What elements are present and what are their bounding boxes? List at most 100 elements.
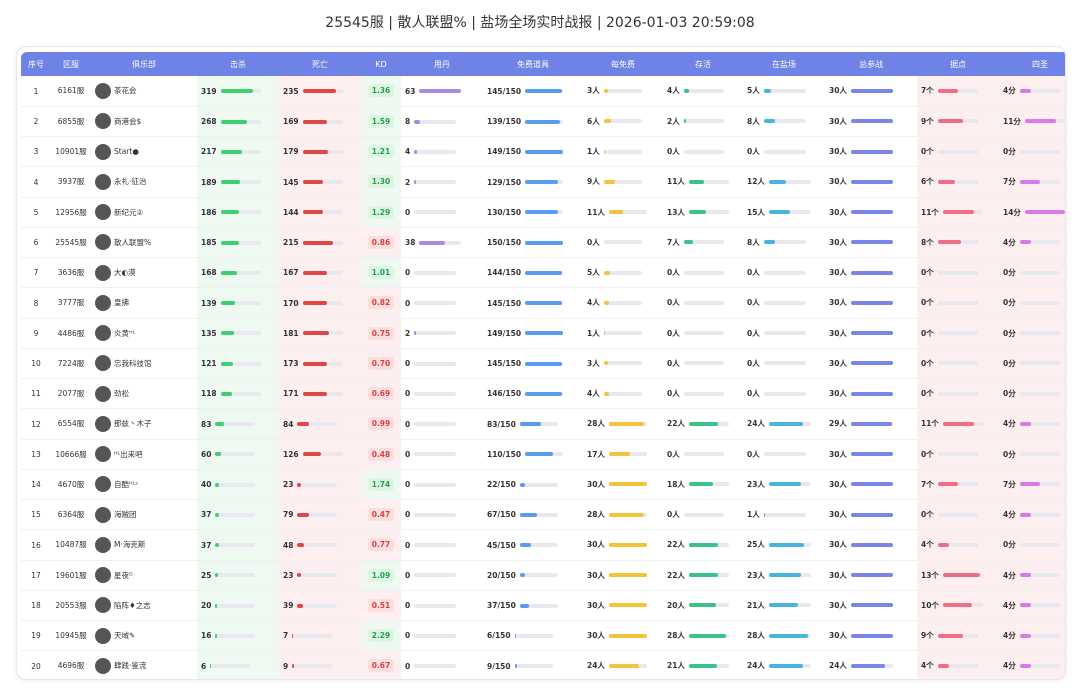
table-row[interactable]: 16 10487服 M·海克斯 37 48 0.77 0 45/150 30人 22人 25人 30人…	[21, 529, 1065, 560]
alive-cell: 18人	[663, 469, 743, 499]
death-cell: 48	[279, 529, 361, 560]
rank-cell: 3	[21, 137, 51, 167]
column-header[interactable]: 存活	[663, 52, 743, 76]
column-header[interactable]: 击杀	[197, 52, 279, 76]
dan-value: 4	[405, 147, 411, 157]
server-name: 6161服	[57, 86, 85, 96]
column-header[interactable]: 死亡	[279, 52, 361, 76]
alive-value: 0人	[667, 147, 680, 157]
table-row[interactable]: 1 6161服 茶花会 319 235 1.36 63 145/150 3人 4人 5人 30人 7个 4…	[21, 76, 1065, 107]
table-row[interactable]: 10 7224服 忘我科技馆 121 173 0.70 0 145/150 3人 0人 0人 30人 0…	[21, 348, 1065, 379]
free-item-cell: 146/150	[483, 379, 583, 409]
point-bar-fill	[937, 633, 964, 638]
point-value: 0个	[921, 328, 934, 338]
in-zone-bar-fill	[763, 512, 766, 517]
total-value: 30人	[829, 298, 847, 308]
free-item-bar-fill	[514, 664, 517, 669]
table-row[interactable]: 7 3636服 大◐漠 168 167 1.01 0 144/150 5人 0人 0人 30人 0个 0分	[21, 257, 1065, 288]
club-cell: 商港会$	[91, 106, 197, 136]
alive-bar	[683, 149, 724, 154]
dan-cell: 0	[401, 197, 483, 227]
kill-cell: 6	[197, 650, 279, 679]
column-header[interactable]: 区服	[51, 52, 91, 76]
kill-bar	[215, 452, 256, 457]
table-row[interactable]: 19 10945服 天域✎ 16 7 2.29 0 6/150 30人 28人 28人 30人 9个 4分	[21, 620, 1065, 651]
dan-cell: 4	[401, 137, 483, 167]
alive-bar-fill	[688, 542, 719, 547]
club-avatar	[95, 567, 111, 584]
table-row[interactable]: 14 4670服 自酷ᴴᴸˢ 40 23 1.74 0 22/150 30人 18人 23人 30人 7…	[21, 469, 1065, 500]
column-header[interactable]: 俱乐部	[91, 52, 197, 76]
column-header[interactable]: 据点	[917, 52, 999, 76]
rank-number: 5	[33, 207, 39, 217]
club-name: 商港会$	[114, 116, 142, 126]
kill-bar	[215, 422, 256, 427]
free-item-value: 146/150	[487, 389, 522, 399]
column-header[interactable]: KD	[361, 52, 401, 76]
total-cell: 30人	[825, 439, 917, 469]
table-row[interactable]: 20 4696服 肆践·鉴流 6 9 0.67 0 9/150 24人 21人 24人 24人 4个 4分	[21, 650, 1065, 679]
alive-cell: 0人	[663, 439, 743, 469]
four-saint-value: 7分	[1003, 479, 1016, 489]
table-row[interactable]: 5 12956服 新纪元② 186 144 1.29 0 130/150 11人 13人 15人 30…	[21, 197, 1065, 228]
dan-value: 0	[405, 298, 411, 308]
table-row[interactable]: 2 6855服 商港会$ 268 169 1.59 8 139/150 6人 2人 8人 30人 9个 1…	[21, 106, 1065, 137]
in-zone-bar-fill	[768, 663, 803, 668]
death-bar	[302, 361, 343, 366]
table-row[interactable]: 15 6364服 海贼团 37 79 0.47 0 67/150 28人 0人 1人 30人 0个 4分	[21, 499, 1065, 530]
rank-cell: 13	[21, 439, 51, 469]
four-saint-bar-fill	[1024, 210, 1065, 215]
table-row[interactable]: 13 10666服 ᴴᴸ出来吧 60 126 0.48 0 110/150 17人 0人 0人 30人…	[21, 439, 1065, 470]
point-value: 0个	[921, 298, 934, 308]
four-saint-cell: 4分	[999, 620, 1065, 651]
per-free-bar	[608, 663, 647, 668]
table-row[interactable]: 17 19601服 星夜ᴰ 25 23 1.09 0 20/150 30人 22人 23人 30人 13…	[21, 560, 1065, 591]
rank-number: 12	[31, 419, 41, 429]
column-header[interactable]: 每免费	[583, 52, 663, 76]
four-saint-cell: 0分	[999, 348, 1065, 379]
rank-cell: 9	[21, 318, 51, 348]
kill-value: 25	[201, 570, 212, 580]
dan-bar	[414, 633, 457, 638]
four-saint-cell: 4分	[999, 76, 1065, 107]
column-header[interactable]: 用丹	[401, 52, 483, 76]
table-row[interactable]: 3 10901服 Start● 217 179 1.21 4 149/150 1人 0人 0人 30人…	[21, 136, 1065, 167]
server-name: 10901服	[55, 147, 87, 157]
four-saint-bar-fill	[1019, 179, 1040, 184]
per-free-cell: 24人	[583, 651, 663, 679]
club-cell: 炎黄ᴴᴸ	[91, 318, 197, 348]
death-cell: 235	[279, 76, 361, 107]
table-row[interactable]: 9 4486服 炎黄ᴴᴸ 135 181 0.75 2 149/150 1人 0人 0人 30人 0个 0…	[21, 318, 1065, 349]
column-header[interactable]: 在盐场	[743, 52, 825, 76]
kill-bar-fill	[220, 149, 243, 154]
table-row[interactable]: 6 25545服 散人联盟% 185 215 0.86 38 150/150 0人 7人 8人 30人…	[21, 227, 1065, 258]
total-bar	[850, 391, 893, 396]
death-value: 170	[283, 298, 299, 308]
table-row[interactable]: 11 2077服 劲松 118 171 0.69 0 146/150 4人 0人 0人 30人 0个 0分	[21, 378, 1065, 409]
in-zone-value: 24人	[747, 419, 765, 429]
per-free-cell: 6人	[583, 106, 663, 136]
point-cell: 11个	[917, 408, 999, 439]
page-title: 25545服 | 散人联盟% | 盐场全场实时战报 | 2026-01-03 2…	[325, 15, 755, 31]
in-zone-bar	[763, 88, 806, 93]
table-row[interactable]: 12 6554服 那兹丶木子 83 84 0.99 0 83/150 28人 22人 24人 29人 1…	[21, 408, 1065, 439]
table-row[interactable]: 8 3777服 皇拂 139 170 0.82 0 145/150 4人 0人 0人 30人 0个 0分	[21, 287, 1065, 318]
dan-value: 0	[405, 449, 411, 459]
total-cell: 30人	[825, 530, 917, 560]
per-free-cell: 17人	[583, 439, 663, 469]
column-header[interactable]: 免费道具	[483, 52, 583, 76]
per-free-bar	[603, 300, 642, 305]
death-value: 84	[283, 419, 294, 429]
free-item-bar-fill	[519, 482, 526, 487]
column-header[interactable]: 序号	[21, 52, 51, 76]
free-item-bar	[525, 210, 564, 215]
table-row[interactable]: 18 20553服 陷阵♦之志 20 39 0.51 0 37/150 30人 20人 21人 30人…	[21, 590, 1065, 621]
kd-badge: 1.29	[367, 205, 395, 219]
kill-bar-fill	[215, 543, 220, 548]
free-item-cell: 139/150	[483, 106, 583, 136]
free-item-value: 139/150	[487, 117, 522, 127]
column-header[interactable]: 四圣	[999, 52, 1065, 76]
free-item-value: 9/150	[487, 661, 511, 671]
table-row[interactable]: 4 3937服 永礼·征治 189 145 1.30 2 129/150 9人 11人 12人 30人…	[21, 166, 1065, 197]
column-header[interactable]: 总参战	[825, 52, 917, 76]
